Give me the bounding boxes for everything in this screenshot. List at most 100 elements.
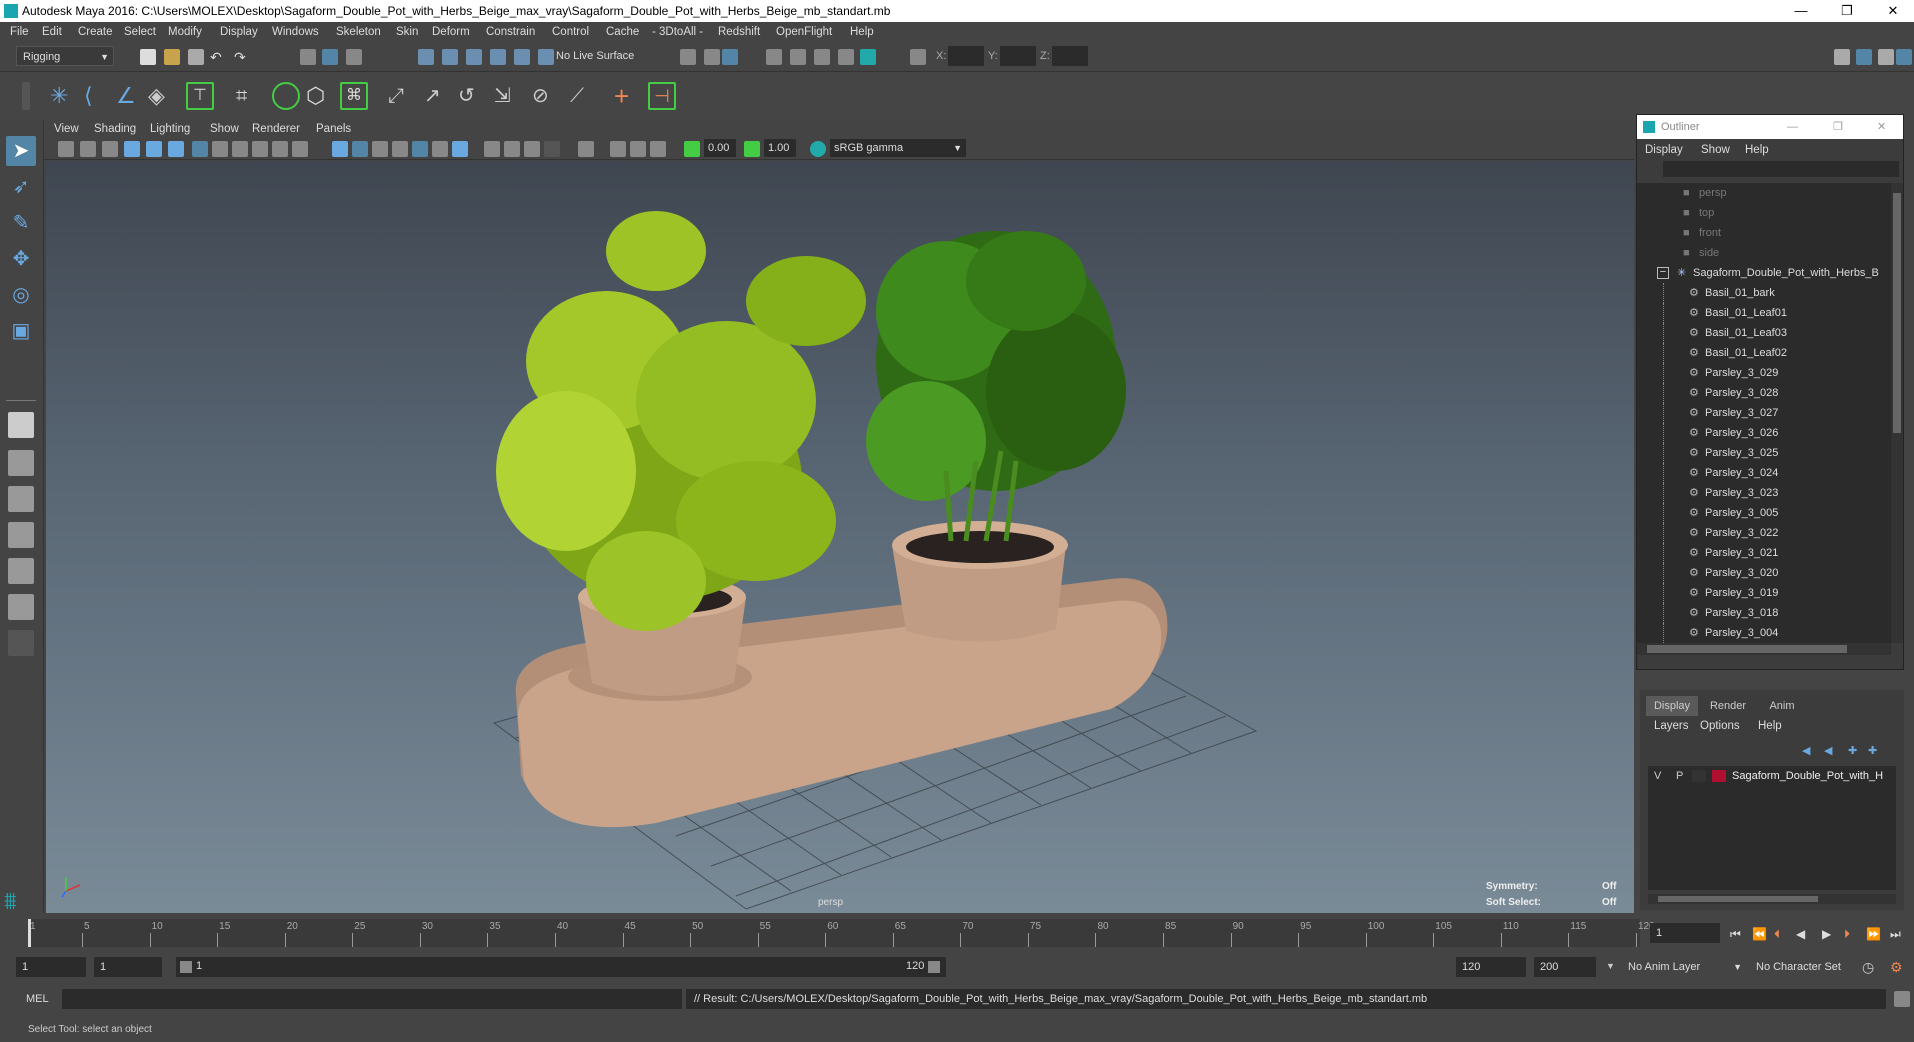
select-tool-icon[interactable]: ➤ bbox=[6, 136, 36, 166]
outliner-hscroll-thumb[interactable] bbox=[1647, 645, 1847, 653]
outliner-item[interactable]: ⚙ Parsley_3_022 bbox=[1637, 523, 1887, 543]
new-layer-selected-icon[interactable]: ✚ bbox=[1868, 744, 1882, 757]
rotate-tool-icon[interactable]: ◎ bbox=[8, 282, 34, 308]
layer-reference-toggle[interactable] bbox=[1692, 770, 1706, 782]
vp-menu-show[interactable]: Show bbox=[210, 120, 239, 138]
outliner-item[interactable]: ⚙ Parsley_3_027 bbox=[1637, 403, 1887, 423]
undo-icon[interactable]: ↶ bbox=[210, 49, 226, 65]
pole-vector-icon[interactable]: ⟋ bbox=[570, 84, 594, 108]
camera-attributes-icon[interactable] bbox=[80, 141, 96, 157]
2d-pan-zoom-icon[interactable] bbox=[146, 141, 162, 157]
orient-constraint-icon[interactable]: ↺ bbox=[458, 84, 482, 108]
parent-constraint-icon[interactable]: ⊘ bbox=[532, 84, 556, 108]
outliner-hscroll[interactable] bbox=[1637, 643, 1891, 655]
redo-icon[interactable]: ↷ bbox=[234, 49, 250, 65]
open-scene-icon[interactable] bbox=[164, 49, 180, 65]
select-object-icon[interactable] bbox=[322, 49, 338, 65]
exposure-icon[interactable] bbox=[684, 141, 700, 157]
outliner-group[interactable]: − ✳ Sagaform_Double_Pot_with_Herbs_B bbox=[1637, 263, 1887, 283]
ik-spline-icon[interactable]: ∠ bbox=[116, 84, 140, 108]
more-layouts-icon[interactable] bbox=[8, 630, 34, 656]
camera-persp[interactable]: ■ persp bbox=[1637, 183, 1887, 203]
layer-color-swatch[interactable] bbox=[1712, 770, 1726, 782]
end-time-field[interactable]: 200 bbox=[1534, 957, 1596, 977]
menu-openflight[interactable]: OpenFlight bbox=[776, 22, 832, 42]
outliner-item[interactable]: ⚙ Parsley_3_020 bbox=[1637, 563, 1887, 583]
layers-menu-help[interactable]: Help bbox=[1758, 720, 1782, 732]
attribute-editor-icon[interactable] bbox=[1856, 49, 1872, 65]
current-frame-field[interactable]: 1 bbox=[1650, 923, 1720, 943]
move-layer-down-icon[interactable]: ◀ bbox=[1824, 744, 1838, 757]
outliner-item[interactable]: ⚙ Basil_01_Leaf01 bbox=[1637, 303, 1887, 323]
menu-help[interactable]: Help bbox=[850, 22, 874, 42]
vp-menu-renderer[interactable]: Renderer bbox=[252, 120, 300, 138]
tab-display[interactable]: Display bbox=[1646, 696, 1698, 716]
outliner-item[interactable]: ⚙ Parsley_3_024 bbox=[1637, 463, 1887, 483]
grid-icon[interactable] bbox=[192, 141, 208, 157]
isolate-select-icon[interactable] bbox=[578, 141, 594, 157]
side-by-side-layout-icon[interactable] bbox=[8, 486, 34, 512]
character-set-dropdown[interactable]: No Character Set bbox=[1750, 957, 1866, 977]
locator-icon[interactable]: + bbox=[614, 82, 642, 110]
layers-menu-options[interactable]: Options bbox=[1700, 720, 1740, 732]
shelf-tabs-icon[interactable] bbox=[22, 82, 30, 110]
layer-hscroll[interactable] bbox=[1648, 894, 1896, 904]
camera-top[interactable]: ■ top bbox=[1637, 203, 1887, 223]
step-forward-key-icon[interactable]: ⏵ bbox=[1844, 927, 1860, 943]
paint-select-icon[interactable]: ✎ bbox=[8, 210, 34, 236]
outliner-item[interactable]: ⚙ Parsley_3_004 bbox=[1637, 623, 1887, 643]
outliner-item[interactable]: ⚙ Parsley_3_019 bbox=[1637, 583, 1887, 603]
ik-handle-icon[interactable]: ⟨ bbox=[84, 84, 108, 108]
playback-end-field[interactable]: 120 bbox=[1456, 957, 1526, 977]
step-forward-icon[interactable]: ⏩ bbox=[1866, 927, 1882, 943]
outliner-item[interactable]: ⚙ Parsley_3_028 bbox=[1637, 383, 1887, 403]
camera-side[interactable]: ■ side bbox=[1637, 243, 1887, 263]
menu-3dtoall[interactable]: - 3DtoAll - bbox=[652, 22, 703, 42]
lasso-tool-icon[interactable]: ➶ bbox=[8, 174, 34, 200]
time-track[interactable]: 1 5 10 15 20 25 30 35 40 45 50 55 60 65 70 75 80 85 90 95 10… bbox=[28, 919, 1655, 947]
outliner-item[interactable]: ⚙ Parsley_3_005 bbox=[1637, 503, 1887, 523]
menu-skeleton[interactable]: Skeleton bbox=[336, 22, 381, 42]
snap-view-icon[interactable] bbox=[490, 49, 506, 65]
field-chart-icon[interactable] bbox=[272, 141, 288, 157]
vp-menu-lighting[interactable]: Lighting bbox=[150, 120, 190, 138]
ambient-occlusion-icon[interactable] bbox=[484, 141, 500, 157]
modeling-toolkit-icon[interactable] bbox=[1834, 49, 1850, 65]
single-layout-icon[interactable] bbox=[8, 412, 34, 438]
menu-cache[interactable]: Cache bbox=[606, 22, 639, 42]
minimize-button[interactable]: — bbox=[1778, 0, 1824, 22]
play-forward-icon[interactable]: ▶ bbox=[1822, 927, 1838, 943]
snap-grid-icon[interactable] bbox=[418, 49, 434, 65]
layers-menu-layers[interactable]: Layers bbox=[1654, 720, 1689, 732]
anti-aliasing-icon[interactable] bbox=[524, 141, 540, 157]
gamma-icon[interactable] bbox=[744, 141, 760, 157]
menu-edit[interactable]: Edit bbox=[42, 22, 62, 42]
layer-name[interactable]: Sagaform_Double_Pot_with_H bbox=[1732, 766, 1883, 786]
xray-icon[interactable] bbox=[610, 141, 626, 157]
outliner-item[interactable]: ⚙ Basil_01_bark bbox=[1637, 283, 1887, 303]
render-settings-icon[interactable] bbox=[814, 49, 830, 65]
lights-icon[interactable] bbox=[432, 141, 448, 157]
menu-select[interactable]: Select bbox=[124, 22, 156, 42]
aim-constraint-icon[interactable]: ↗ bbox=[424, 84, 448, 108]
new-scene-icon[interactable] bbox=[140, 49, 156, 65]
live-surface-label[interactable]: No Live Surface bbox=[556, 50, 634, 62]
play-backward-icon[interactable]: ◀ bbox=[1796, 927, 1812, 943]
outliner-item[interactable]: ⚙ Parsley_3_029 bbox=[1637, 363, 1887, 383]
tab-render[interactable]: Render bbox=[1702, 696, 1754, 716]
layer-hscroll-thumb[interactable] bbox=[1658, 896, 1818, 902]
chevron-down-icon[interactable]: ▼ bbox=[1606, 961, 1615, 971]
playback-start-field[interactable]: 1 bbox=[94, 957, 162, 977]
camera-select-icon[interactable] bbox=[58, 141, 74, 157]
current-frame-marker[interactable] bbox=[28, 919, 31, 947]
color-management-icon[interactable] bbox=[810, 141, 826, 157]
construction-history-icon[interactable] bbox=[704, 49, 720, 65]
range-end-handle[interactable] bbox=[928, 961, 940, 973]
scale-tool-icon[interactable]: ▣ bbox=[8, 318, 34, 344]
snap-surface-icon[interactable] bbox=[514, 49, 530, 65]
render-view-icon[interactable] bbox=[722, 49, 738, 65]
bind-skin-icon[interactable]: ⊤ bbox=[186, 82, 214, 110]
input-ops-icon[interactable] bbox=[680, 49, 696, 65]
mirror-joint-icon[interactable]: ◈ bbox=[148, 84, 172, 108]
layer-playback-toggle[interactable]: P bbox=[1676, 766, 1683, 786]
